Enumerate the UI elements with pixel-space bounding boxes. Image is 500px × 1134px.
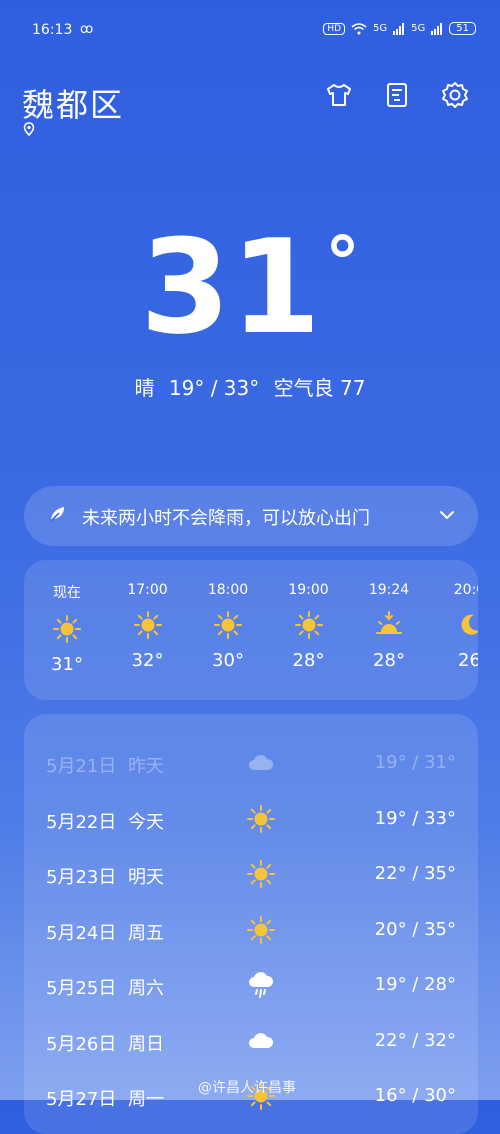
daily-temps: 22° / 35° [374, 863, 456, 884]
daily-row[interactable]: 5月26日 周日 22° / 32° [24, 1022, 478, 1062]
chevron-down-icon[interactable] [438, 506, 456, 524]
degree-symbol: ° [324, 222, 360, 304]
hourly-forecast[interactable]: 现在 31° 17:00 32° 18:00 30° 19:00 28° 19:24 28° 20:… [24, 560, 478, 700]
cloud-icon [246, 1026, 276, 1056]
sun-icon [246, 804, 276, 834]
moon-icon [455, 610, 478, 640]
top-actions [324, 80, 470, 110]
summary-range: 19° / 33° [168, 376, 260, 400]
rain-icon [246, 970, 276, 1000]
hourly-temp: 30° [212, 650, 244, 671]
weather-summary: 晴 19° / 33° 空气良 77 [0, 372, 500, 401]
daily-row[interactable]: 5月25日 周六 19° / 28° [24, 966, 478, 1006]
status-right: HD 5G 5G 51 [323, 22, 476, 35]
hourly-item: 19:24 28° [349, 582, 429, 671]
daily-day: 明天 [128, 867, 164, 888]
daily-day: 周六 [128, 978, 164, 999]
daily-row[interactable]: 5月23日 明天 22° / 35° [24, 855, 478, 895]
hourly-temp: 28° [373, 650, 405, 671]
signal-1-label: 5G [373, 23, 388, 34]
sun-icon [52, 614, 82, 644]
battery-indicator: 51 [449, 22, 476, 35]
daily-day: 今天 [128, 811, 164, 833]
hourly-temp: 32° [131, 650, 164, 671]
current-temperature: 31° [0, 222, 500, 352]
daily-date: 5月22日 [46, 811, 117, 833]
hourly-temp: 28° [292, 650, 325, 671]
wifi-icon [351, 22, 367, 34]
daily-temps: 19° / 28° [374, 974, 456, 995]
sunset-icon [374, 610, 404, 640]
hourly-item: 18:00 30° [188, 582, 268, 671]
daily-temps: 16° / 30° [374, 1085, 456, 1106]
watermark: @许昌人许昌事 [198, 1080, 296, 1096]
location-pin-icon [23, 122, 35, 136]
daily-temps: 19° / 31° [374, 752, 456, 773]
daily-date: 5月21日 [46, 756, 117, 777]
daily-day: 昨天 [128, 756, 164, 777]
daily-date: 5月27日 [46, 1089, 117, 1110]
sun-icon [246, 915, 276, 945]
daily-row[interactable]: 5月22日 今天 19° / 33° [24, 800, 478, 840]
sun-icon [213, 610, 243, 640]
hourly-time: 18:00 [207, 582, 249, 598]
signal-2-label: 5G [411, 23, 426, 34]
summary-weather: 晴 [134, 376, 155, 400]
hourly-item: 19:00 28° [269, 582, 349, 671]
rain-forecast-banner[interactable]: 未来两小时不会降雨，可以放心出门 [24, 486, 478, 546]
hourly-item: 17:00 32° [108, 582, 188, 671]
hourly-item: 现在 31° [27, 582, 107, 675]
hourly-time: 19:24 [368, 582, 410, 598]
daily-row[interactable]: 5月21日 昨天 19° / 31° [24, 744, 478, 784]
current-temperature-value: 31 [140, 211, 321, 363]
hourly-time: 17:00 [127, 582, 168, 598]
signal-icon-2 [431, 22, 443, 35]
summary-aqi[interactable]: 空气良 77 [274, 376, 366, 400]
signal-icon-1 [393, 22, 405, 35]
status-time: 16:13 [32, 22, 73, 38]
hourly-time: 19:00 [288, 582, 329, 598]
location-name[interactable]: 魏都区 [22, 80, 124, 126]
daily-date: 5月24日 [46, 922, 117, 944]
daily-temps: 22° / 32° [374, 1029, 456, 1051]
daily-day: 周日 [128, 1033, 164, 1055]
weibo-icon: ꝏ [80, 22, 94, 37]
document-icon[interactable] [382, 80, 412, 110]
status-bar: 16:13 ꝏ HD 5G 5G 51 [0, 0, 500, 60]
hd-badge: HD [323, 22, 346, 35]
hourly-temp: 31° [51, 654, 83, 675]
daily-forecast: 5月21日 昨天 19° / 31° 5月22日 今天 19° / 33° 5月23日 明天 2… [24, 714, 478, 1134]
daily-row[interactable]: 5月24日 周五 20° / 35° [24, 911, 478, 951]
leaf-icon [50, 507, 64, 522]
hourly-time: 现在 [53, 585, 81, 601]
daily-day: 周五 [128, 922, 164, 944]
cloud-icon [246, 748, 276, 778]
daily-date: 5月23日 [46, 867, 117, 888]
rain-forecast-text: 未来两小时不会降雨，可以放心出门 [82, 508, 370, 529]
sun-icon [246, 859, 276, 889]
sun-icon [294, 610, 324, 640]
clothing-icon[interactable] [324, 80, 354, 110]
sun-icon [133, 610, 163, 640]
hourly-temp: 26 [458, 650, 478, 671]
daily-date: 5月25日 [46, 978, 117, 999]
gear-icon[interactable] [440, 80, 470, 110]
daily-date: 5月26日 [46, 1033, 117, 1055]
hourly-time: 20:0 [453, 582, 478, 598]
hourly-item: 20:0 26 [430, 582, 478, 671]
daily-temps: 20° / 35° [374, 918, 456, 940]
daily-temps: 19° / 33° [374, 807, 456, 829]
daily-day: 周一 [128, 1089, 164, 1110]
